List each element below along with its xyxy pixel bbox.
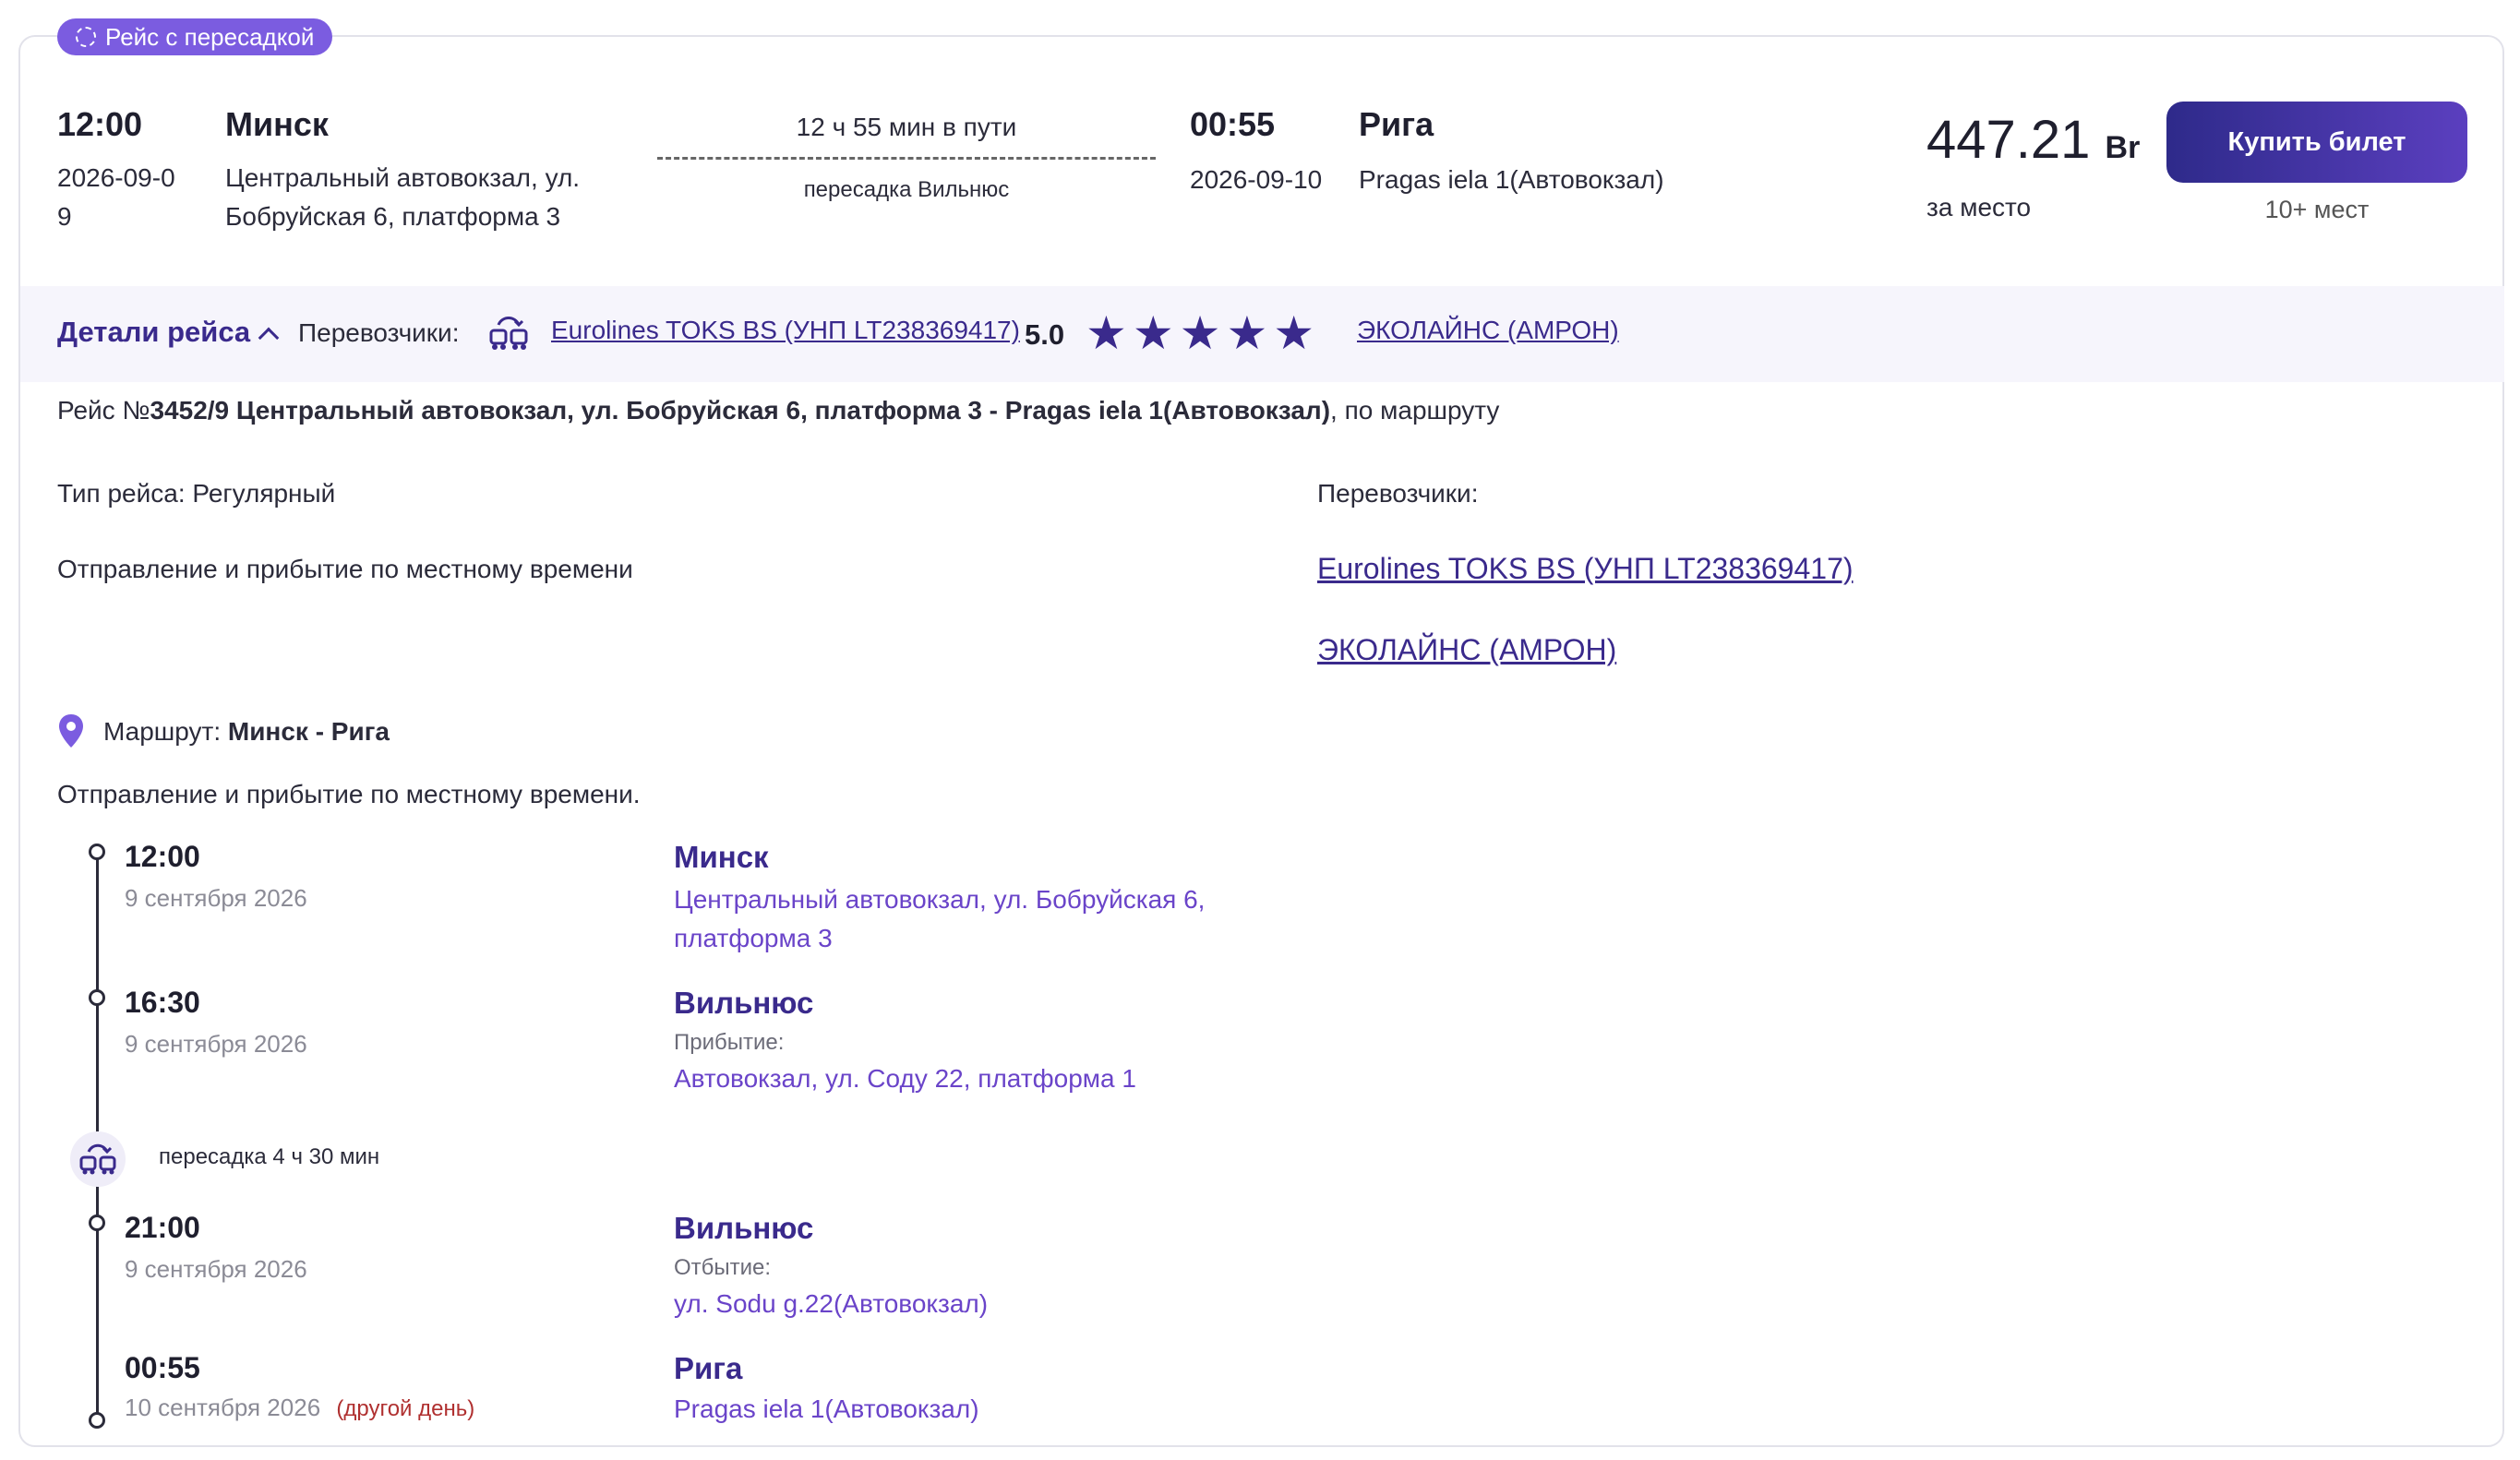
transfer-badge: Рейс с пересадкой [57,18,333,55]
details-toggle-label: Детали рейса [57,316,251,348]
details-carriers-label: Перевозчики: [1317,479,1479,508]
departure-city: Минск [225,105,329,143]
carrier-rating: 5.0 [1025,318,1065,351]
price-per-seat: за место [1926,193,2032,221]
route-number-suffix: , по маршруту [1330,396,1500,425]
stop-date: 9 сентября 2026 [125,1030,307,1058]
stop-address: Pragas iela 1(Автовокзал) [674,1394,979,1423]
route-dash-line [657,157,1156,160]
arrival-city: Рига [1359,105,1434,143]
price-currency: Br [2105,130,2141,165]
transfer-icon-circle [70,1131,126,1187]
details-carrier-link-eurolines[interactable]: Eurolines TOKS BS (УНП LT238369417) [1317,552,1854,586]
stop-date: 10 сентября 2026 (другой день) [125,1394,474,1422]
transfer-info: пересадка Вильнюс [803,177,1010,202]
stop-address: ул. Sodu g.22(Автовокзал) [674,1289,989,1318]
timeline-dot [89,844,105,860]
trip-card [18,35,2504,1447]
loader-circle-icon [76,27,96,47]
transfer-duration: пересадка 4 ч 30 мин [159,1144,380,1169]
departure-time: 12:00 [57,105,143,143]
stop-address: Центральный автовокзал, ул. Бобруйская 6… [674,885,1206,952]
price: 447.21 Br [1926,109,2140,171]
bus-transfer-icon [79,1143,116,1175]
route-summary: Маршрут: Минск - Рига [103,712,390,751]
rating-stars-icon: ★★★★★ [1086,307,1321,359]
route-label: Маршрут: [103,717,222,746]
route-number-bold: 3452/9 Центральный автовокзал, ул. Бобру… [150,396,1331,425]
price-amount: 447.21 [1926,110,2091,170]
departure-date: 2026-09-09 [57,163,175,231]
carriers-label: Перевозчики: [298,318,460,347]
stop-date: 9 сентября 2026 [125,1255,307,1283]
local-time-note: Отправление и прибытие по местному време… [57,555,633,583]
trip-type: Тип рейса: Регулярный [57,479,336,508]
stop-date-value: 10 сентября 2026 [125,1394,321,1421]
seats-available: 10+ мест [2264,196,2370,223]
details-carrier-link-ekolines[interactable]: ЭКОЛАЙНС (АМРОН) [1317,633,1616,667]
timeline-dot [89,989,105,1006]
stop-time: 16:30 [125,986,200,1019]
stop-city: Рига [674,1351,743,1385]
map-pin-icon [59,714,83,748]
departure-station: Центральный автовокзал, ул. Бобруйская 6… [225,163,581,231]
stop-kind: Отбытие: [674,1255,772,1280]
carrier-link-ekolines[interactable]: ЭКОЛАЙНС (АМРОН) [1357,316,1619,345]
arrival-date: 2026-09-10 [1190,165,1323,194]
chevron-up-icon [258,327,280,349]
stop-city: Вильнюс [674,1211,814,1245]
stop-address: Автовокзал, ул. Соду 22, платформа 1 [674,1064,1136,1093]
next-day-label: (другой день) [336,1396,475,1421]
stop-city: Вильнюс [674,986,814,1020]
timeline-dot [89,1215,105,1231]
details-toggle[interactable]: Детали рейса [57,316,280,349]
route-number-prefix: Рейс № [57,396,150,425]
stop-date: 9 сентября 2026 [125,884,307,912]
stop-kind: Прибытие: [674,1030,785,1055]
buy-ticket-button[interactable]: Купить билет [2166,102,2467,183]
stop-city: Минск [674,840,769,874]
route-local-time-note: Отправление и прибытие по местному време… [57,780,641,808]
arrival-station: Pragas iela 1(Автовокзал) [1359,165,1664,194]
carrier-link-eurolines[interactable]: Eurolines TOKS BS (УНП LT238369417) [551,316,1020,345]
bus-transfer-icon [489,317,528,350]
timeline-dot [89,1412,105,1429]
arrival-time: 00:55 [1190,105,1276,143]
route-value: Минск - Рига [227,717,390,746]
trip-duration: 12 ч 55 мин в пути [796,113,1017,141]
stop-time: 21:00 [125,1211,200,1244]
route-number: Рейс №3452/9 Центральный автовокзал, ул.… [57,391,1499,430]
stop-time: 12:00 [125,840,200,873]
badge-label: Рейс с пересадкой [105,23,315,51]
stop-time: 00:55 [125,1351,200,1384]
